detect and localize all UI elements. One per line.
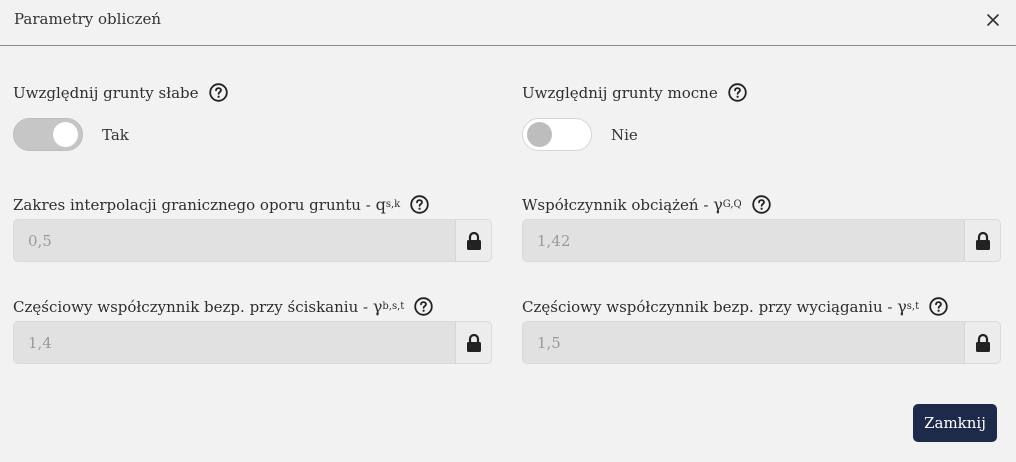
compression-factor-subscript: b,s,t [382,301,405,312]
lock-icon [964,220,1000,261]
strong-soils-toggle[interactable] [522,118,592,151]
help-icon[interactable] [208,83,228,102]
interpolation-input-group [13,219,492,262]
help-icon[interactable] [414,297,434,316]
close-icon[interactable] [984,11,1002,29]
help-icon[interactable] [929,297,948,316]
load-factor-symbol: γ [713,195,723,214]
weak-soils-state: Tak [102,125,129,144]
load-factor-input-group [522,219,1001,262]
lock-icon [964,322,1000,363]
lock-icon [455,220,491,261]
close-dialog-button[interactable]: Zamknij [913,404,997,442]
strong-soils-state: Nie [611,125,638,144]
load-factor-subscript: G,Q [722,199,742,210]
compression-factor-symbol: γ [372,297,383,316]
strong-soils-field: Uwzględnij grunty mocne [522,83,747,102]
tension-factor-symbol: γ [897,297,907,316]
interpolation-label: Zakres interpolacji granicznego oporu gr… [13,195,376,214]
compression-factor-input[interactable] [14,322,455,363]
lock-icon [455,322,491,363]
tension-factor-input[interactable] [523,322,964,363]
strong-soils-toggle-row: Nie [522,118,638,151]
weak-soils-toggle[interactable] [13,118,83,151]
weak-soils-label: Uwzględnij grunty słabe [13,83,199,102]
help-icon[interactable] [752,195,771,214]
weak-soils-field: Uwzględnij grunty słabe [13,83,228,102]
toggle-knob [527,122,552,147]
compression-factor-input-group [13,321,492,364]
compression-factor-label: Częściowy współczynnik bezp. przy ściska… [13,297,373,316]
toggle-knob [53,122,78,147]
compression-factor-field: Częściowy współczynnik bezp. przy ściska… [13,297,434,316]
tension-factor-input-group [522,321,1001,364]
load-factor-label: Współczynnik obciążeń - [522,195,714,214]
calculation-parameters-dialog: Parametry obliczeń Uwzględnij grunty sła… [0,0,1016,462]
tension-factor-subscript: s,t [906,301,920,312]
dialog-title: Parametry obliczeń [14,10,162,28]
weak-soils-toggle-row: Tak [13,118,129,151]
interpolation-field: Zakres interpolacji granicznego oporu gr… [13,195,429,214]
tension-factor-label: Częściowy współczynnik bezp. przy wyciąg… [522,297,898,316]
interpolation-symbol: q [375,195,386,214]
strong-soils-label: Uwzględnij grunty mocne [522,83,718,102]
interpolation-input[interactable] [14,220,455,261]
load-factor-field: Współczynnik obciążeń - γ G,Q [522,195,771,214]
tension-factor-field: Częściowy współczynnik bezp. przy wyciąg… [522,297,948,316]
dialog-header: Parametry obliczeń [0,0,1016,46]
load-factor-input[interactable] [523,220,964,261]
help-icon[interactable] [728,83,747,102]
help-icon[interactable] [410,195,429,214]
interpolation-subscript: s,k [385,199,401,210]
